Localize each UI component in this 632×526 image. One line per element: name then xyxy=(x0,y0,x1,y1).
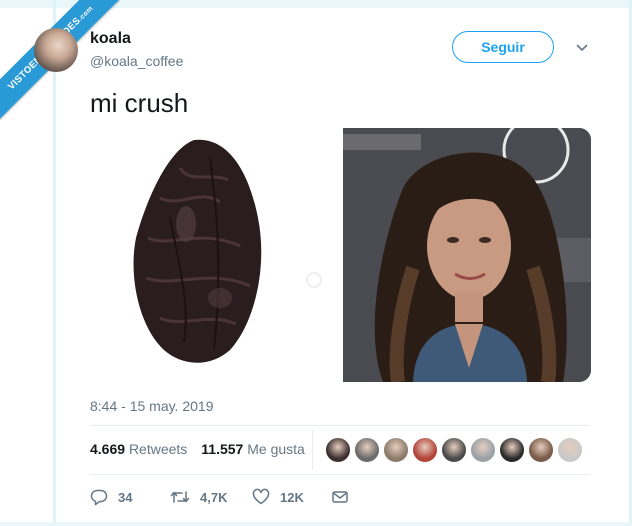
liker-avatar[interactable] xyxy=(383,437,409,463)
retweet-button[interactable]: 4,7K xyxy=(170,486,227,508)
liker-avatar[interactable] xyxy=(325,437,351,463)
raisin-image xyxy=(133,139,322,363)
tweet-stats: 4.669 Retweets 11.557 Me gusta xyxy=(90,441,305,457)
portrait-image xyxy=(343,128,591,382)
tweet-timestamp[interactable]: 8:44 - 15 may. 2019 xyxy=(90,398,213,414)
avatar[interactable] xyxy=(34,28,78,72)
likes-label: Me gusta xyxy=(247,441,305,457)
divider xyxy=(90,425,590,426)
watermark-sub: .com xyxy=(77,5,95,23)
like-count: 12K xyxy=(280,489,304,505)
retweet-icon xyxy=(170,491,190,503)
stats-divider xyxy=(312,430,313,470)
likes-stat[interactable]: 11.557 Me gusta xyxy=(201,441,305,457)
liker-avatar[interactable] xyxy=(354,437,380,463)
retweets-label: Retweets xyxy=(128,441,188,457)
direct-message-button[interactable] xyxy=(331,486,359,508)
liker-avatar[interactable] xyxy=(441,437,467,463)
liker-avatar[interactable] xyxy=(499,437,525,463)
reply-count: 34 xyxy=(118,489,133,505)
frame-bottom-border xyxy=(0,522,632,526)
tweet-image-right[interactable] xyxy=(343,128,591,382)
reply-icon xyxy=(90,489,108,506)
chevron-down-icon[interactable] xyxy=(576,42,588,54)
retweets-stat[interactable]: 4.669 Retweets xyxy=(90,441,187,457)
divider xyxy=(90,474,590,475)
follow-button[interactable]: Seguir xyxy=(452,31,554,63)
envelope-icon xyxy=(332,491,348,503)
liker-avatar[interactable] xyxy=(557,437,583,463)
tweet-image-left[interactable] xyxy=(90,128,334,382)
retweet-count: 4,7K xyxy=(200,489,228,505)
heart-icon xyxy=(252,488,270,505)
liker-avatar[interactable] xyxy=(412,437,438,463)
retweets-count: 4.669 xyxy=(90,441,126,457)
reply-button[interactable]: 34 xyxy=(90,486,132,508)
liker-avatar[interactable] xyxy=(470,437,496,463)
likes-count: 11.557 xyxy=(201,441,244,457)
liker-avatar[interactable] xyxy=(528,437,554,463)
like-button[interactable]: 12K xyxy=(252,486,304,508)
